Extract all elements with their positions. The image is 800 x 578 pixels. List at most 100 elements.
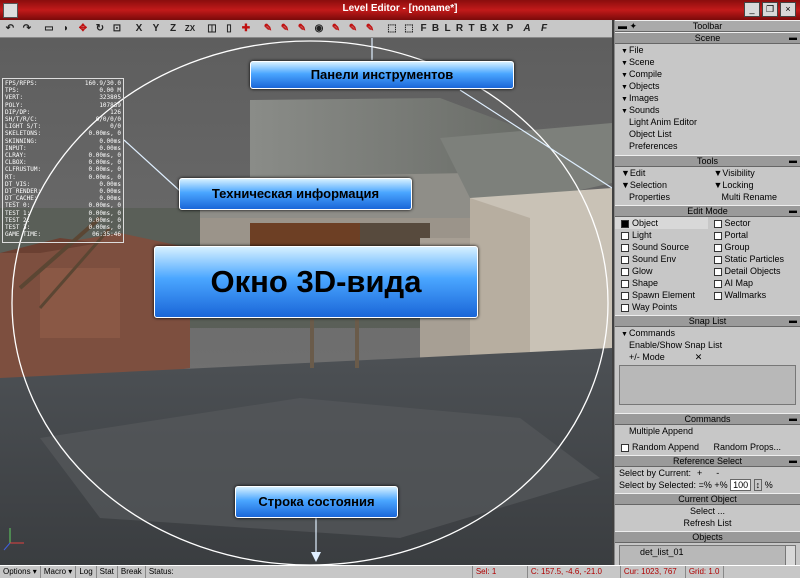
lock-y-button[interactable]: Y [148, 21, 164, 36]
edit-mode-sound-source[interactable]: Sound Source [615, 241, 708, 253]
light-anim-editor[interactable]: Light Anim Editor [615, 116, 800, 128]
random-append-checkbox[interactable]: Random Append [615, 441, 708, 453]
viewport-3d[interactable]: FPS/RFPS:160.9/30.0TPS:0.00 MVERT:323805… [0, 38, 612, 565]
edit-mode-spawn-element[interactable]: Spawn Element [615, 289, 708, 301]
select-current-plus[interactable]: + [697, 468, 702, 478]
view-back-button[interactable]: B [430, 21, 441, 36]
edit-mode-group[interactable]: Group [708, 241, 800, 253]
menu-file[interactable]: ▼File [615, 44, 800, 56]
menu-sounds[interactable]: ▼Sounds [615, 104, 800, 116]
scene-header[interactable]: Scene▬ [615, 32, 800, 44]
select-current-minus[interactable]: - [716, 468, 719, 478]
edit-mode-wallmarks[interactable]: Wallmarks [708, 289, 800, 301]
percent-input[interactable]: 100 [730, 479, 751, 491]
multiple-append-button[interactable]: Multiple Append [615, 425, 800, 437]
menu-scene[interactable]: ▼Scene [615, 56, 800, 68]
select-plus-percent[interactable]: +% [714, 480, 727, 490]
free-camera-icon[interactable]: F [536, 21, 552, 36]
commands-header[interactable]: Commands▬ [615, 413, 800, 425]
snap-normal-icon[interactable]: ✎ [277, 21, 293, 36]
log-button[interactable]: Log [76, 566, 96, 578]
edit-mode-sector[interactable]: Sector [708, 217, 800, 229]
snap-grid-icon[interactable]: ◫ [204, 21, 220, 36]
objects-list[interactable]: det_list_01 [619, 545, 796, 565]
redo-icon[interactable]: ↷ [19, 21, 35, 36]
camera-icon[interactable]: ◉ [311, 21, 327, 36]
checkbox[interactable] [621, 268, 629, 276]
snap-object-icon[interactable]: ▯ [221, 21, 237, 36]
snap-move-icon[interactable]: ✚ [238, 21, 254, 36]
checkbox[interactable] [714, 244, 722, 252]
checkbox[interactable] [621, 244, 629, 252]
refresh-list-button[interactable]: Refresh List [615, 517, 800, 529]
view-left-button[interactable]: L [442, 21, 453, 36]
minimize-button[interactable]: _ [744, 2, 760, 17]
stat-button[interactable]: Stat [97, 566, 118, 578]
tools-visibility[interactable]: ▼Visibility [708, 167, 800, 179]
pin-icon[interactable]: ▬ ✦ [618, 21, 637, 31]
enable-snap-list[interactable]: Enable/Show Snap List [615, 339, 800, 351]
restore-button[interactable]: ❐ [762, 2, 778, 17]
camera-arcball-icon[interactable]: ✎ [345, 21, 361, 36]
options-menu[interactable]: Options ▾ [0, 566, 41, 578]
checkbox[interactable] [714, 280, 722, 288]
edit-mode-light[interactable]: Light [615, 229, 708, 241]
snap-clear-icon[interactable]: ✕ [695, 352, 703, 362]
edit-mode-ai-map[interactable]: AI Map [708, 277, 800, 289]
checkbox[interactable] [621, 232, 629, 240]
tools-multi-rename[interactable]: Multi Rename [708, 191, 800, 203]
select-object-button[interactable]: Select ... [615, 505, 800, 517]
zoom-extents-icon[interactable]: ⬚ [384, 21, 400, 36]
object-list[interactable]: Object List [615, 128, 800, 140]
tools-edit[interactable]: ▼Edit [615, 167, 708, 179]
checkbox[interactable] [714, 232, 722, 240]
edit-mode-way-points[interactable]: Way Points [615, 301, 708, 313]
edit-mode-glow[interactable]: Glow [615, 265, 708, 277]
axonometric-icon[interactable]: A [519, 21, 535, 36]
view-top-button[interactable]: T [466, 21, 477, 36]
snap-vertex-icon[interactable]: ✎ [260, 21, 276, 36]
menu-images[interactable]: ▼Images [615, 92, 800, 104]
zoom-selected-icon[interactable]: ⬚ [401, 21, 417, 36]
scale-icon[interactable]: ⊡ [109, 21, 125, 36]
checkbox[interactable] [621, 280, 629, 288]
checkbox[interactable] [714, 220, 722, 228]
checkbox[interactable] [621, 220, 629, 228]
edit-mode-header[interactable]: Edit Mode▬ [615, 205, 800, 217]
snap-commands[interactable]: ▼Commands [615, 327, 800, 339]
macro-menu[interactable]: Macro ▾ [41, 566, 76, 578]
random-props-button[interactable]: Random Props... [708, 441, 800, 453]
objects-scrollbar[interactable] [785, 546, 795, 565]
view-right-button[interactable]: R [454, 21, 465, 36]
tools-locking[interactable]: ▼Locking [708, 179, 800, 191]
tools-properties[interactable]: Properties [615, 191, 708, 203]
perspective-icon[interactable]: P [502, 21, 518, 36]
close-button[interactable]: × [780, 2, 796, 17]
edit-mode-static-particles[interactable]: Static Particles [708, 253, 800, 265]
reference-select-header[interactable]: Reference Select▬ [615, 455, 800, 467]
checkbox[interactable] [621, 256, 629, 264]
edit-mode-object[interactable]: Object [615, 217, 708, 229]
select-mode-icon[interactable]: ◗ [58, 21, 74, 36]
edit-mode-sound-env[interactable]: Sound Env [615, 253, 708, 265]
view-bottom-button[interactable]: B [478, 21, 489, 36]
percent-spin[interactable]: ↕ [754, 479, 763, 491]
checkbox[interactable] [714, 292, 722, 300]
camera-zoom-icon[interactable]: ✎ [362, 21, 378, 36]
move-icon[interactable]: ✥ [75, 21, 91, 36]
lock-x-button[interactable]: X [131, 21, 147, 36]
view-reset-button[interactable]: X [490, 21, 501, 36]
edit-mode-portal[interactable]: Portal [708, 229, 800, 241]
undo-icon[interactable]: ↶ [2, 21, 18, 36]
objects-header[interactable]: Objects [615, 531, 800, 543]
select-icon[interactable]: ▭ [41, 21, 57, 36]
snap-list-box[interactable] [619, 365, 796, 405]
select-eq-percent[interactable]: =% [699, 480, 712, 490]
checkbox[interactable] [621, 304, 629, 312]
snap-mode-toggle[interactable]: +/- Mode [629, 352, 665, 362]
checkbox[interactable] [714, 268, 722, 276]
edit-mode-shape[interactable]: Shape [615, 277, 708, 289]
list-item[interactable]: det_list_01 [620, 546, 795, 558]
break-button[interactable]: Break [118, 566, 146, 578]
checkbox[interactable] [621, 292, 629, 300]
